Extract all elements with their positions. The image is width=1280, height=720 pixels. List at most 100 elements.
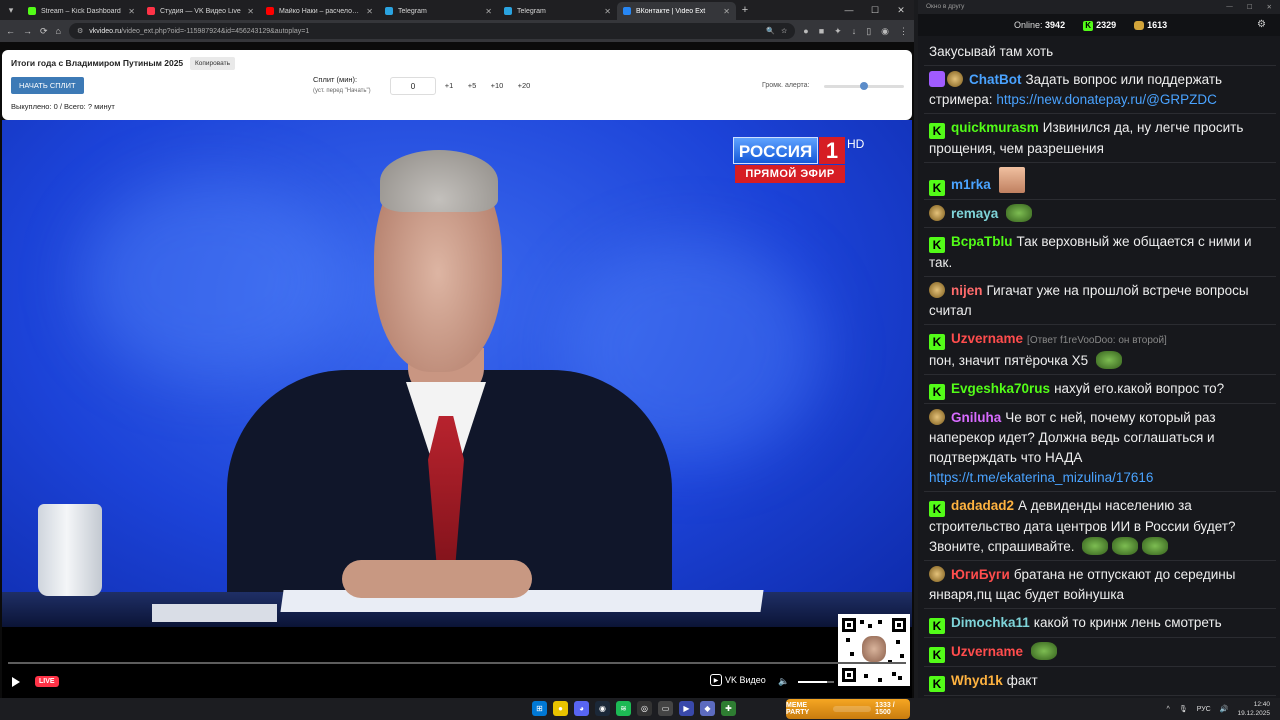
- bookmark-star-icon[interactable]: ☆: [781, 27, 787, 35]
- menu-icon[interactable]: ⋮: [899, 26, 908, 37]
- volume-slider[interactable]: [798, 681, 834, 683]
- chat-message: K Uzvername [Ответ f1reVooDoo: он второй] п…: [924, 325, 1276, 375]
- chat-window-title: Окно в другу: [926, 3, 965, 10]
- download-icon[interactable]: ↓: [852, 26, 857, 37]
- settings-icon[interactable]: ⚙: [1257, 19, 1266, 30]
- tray-chevron-icon[interactable]: ^: [1167, 706, 1170, 713]
- profile-icon[interactable]: ◉: [881, 26, 889, 37]
- chat-username[interactable]: m1rka: [951, 177, 991, 192]
- chat-username[interactable]: Uzvername: [951, 644, 1023, 659]
- zoom-icon[interactable]: 🔍: [766, 27, 775, 35]
- other-viewers: 1613: [1134, 20, 1167, 31]
- tab-close-icon[interactable]: ✕: [128, 7, 135, 16]
- microphone-icon[interactable]: 🎙: [1179, 705, 1188, 713]
- tab-close-icon[interactable]: ✕: [604, 7, 611, 16]
- play-icon[interactable]: [12, 677, 20, 687]
- chat-username[interactable]: Evgeshka70rus: [951, 381, 1050, 396]
- alert-volume-slider[interactable]: [824, 82, 904, 90]
- tab-1[interactable]: Студия — VK Видео Live ✕: [141, 2, 260, 20]
- back-icon[interactable]: ←: [6, 26, 15, 36]
- site-info-icon[interactable]: ⚙: [77, 27, 83, 35]
- tab-bar: ▾ Stream – Kick Dashboard ✕ Студия — VK Ви…: [0, 0, 914, 20]
- tab-search-icon[interactable]: ▾: [0, 0, 22, 20]
- tab-close-icon[interactable]: ✕: [485, 7, 492, 16]
- maximize-icon[interactable]: ☐: [862, 5, 888, 16]
- progress-bar[interactable]: [8, 662, 906, 664]
- vk-video-logo[interactable]: ▶ VK Видео: [710, 674, 766, 686]
- kick-badge-icon: K: [929, 237, 945, 253]
- tab-4[interactable]: Telegram ✕: [498, 2, 617, 20]
- chat-message: K Dimochka11 какой то кринж лень смотреть: [924, 609, 1276, 638]
- copy-button[interactable]: Копировать: [190, 57, 235, 70]
- puzzle-icon[interactable]: ✦: [834, 26, 842, 37]
- split-plus-1-button[interactable]: +1: [439, 77, 459, 95]
- sidebar-icon[interactable]: ▯: [866, 26, 871, 37]
- extension-icon[interactable]: ●: [803, 26, 808, 37]
- chat-username[interactable]: remaya: [951, 206, 998, 221]
- split-plus-20-button[interactable]: +20: [513, 77, 535, 95]
- emote-icon: [1031, 642, 1058, 660]
- split-plus-10-button[interactable]: +10: [486, 77, 508, 95]
- language-indicator[interactable]: РУС: [1197, 706, 1211, 713]
- chat-username[interactable]: dadadad2: [951, 498, 1014, 513]
- chat-username[interactable]: ЮгиБуги: [951, 567, 1010, 582]
- chat-link[interactable]: https://new.donatepay.ru/@GRPZDC: [996, 92, 1217, 107]
- tab-title: Stream – Kick Dashboard: [41, 7, 121, 15]
- app-icon[interactable]: ▭: [658, 701, 673, 716]
- new-tab-button[interactable]: +: [736, 4, 754, 16]
- close-icon[interactable]: ✕: [888, 5, 914, 16]
- reload-icon[interactable]: ⟳: [40, 26, 48, 37]
- chat-message: K Whyd1k факт: [924, 667, 1276, 696]
- forward-icon[interactable]: →: [23, 26, 32, 36]
- steam-icon[interactable]: ◉: [595, 701, 610, 716]
- home-icon[interactable]: ⌂: [56, 26, 61, 36]
- volume-tray-icon[interactable]: 🔊: [1220, 705, 1229, 713]
- spotify-icon[interactable]: ≋: [616, 701, 631, 716]
- app-icon[interactable]: ◆: [700, 701, 715, 716]
- discord-icon[interactable]: ◕: [574, 701, 589, 716]
- split-plus-5-button[interactable]: +5: [462, 77, 482, 95]
- chat-username[interactable]: Gniluha: [951, 410, 1001, 425]
- extension-icon[interactable]: ■: [819, 26, 824, 37]
- chat-username[interactable]: quickmurasm: [951, 120, 1039, 135]
- bot-badge-icon: [929, 71, 945, 87]
- obs-icon[interactable]: ◎: [637, 701, 652, 716]
- start-icon[interactable]: ⊞: [532, 701, 547, 716]
- minimize-icon[interactable]: —: [1226, 3, 1233, 11]
- url-host: vkvideo.ru: [89, 27, 122, 35]
- split-label: Сплит (мин):: [313, 75, 358, 84]
- volume-icon[interactable]: 🔈: [778, 676, 789, 687]
- system-tray: ^ 🎙 РУС 🔊 12:40 19.12.2025: [1167, 700, 1270, 718]
- url-field[interactable]: ⚙ vkvideo.ru/video_ext.php?oid=-11598792…: [68, 23, 796, 39]
- chat-link[interactable]: https://t.me/ekaterina_mizulina/17616: [929, 470, 1153, 485]
- chat-username[interactable]: ChatBot: [969, 72, 1022, 87]
- chat-message: nijen Гигачат уже на прошлой встрече вопр…: [924, 277, 1276, 325]
- speaker-hands: [342, 560, 532, 598]
- mask-badge-icon: [929, 409, 945, 425]
- maximize-icon[interactable]: ☐: [1247, 3, 1253, 11]
- tab-2[interactable]: Майко Наки – расчеловечили... ✕: [260, 2, 379, 20]
- chat-username[interactable]: BcpaTblu: [951, 234, 1013, 249]
- clock[interactable]: 12:40 19.12.2025: [1237, 700, 1270, 718]
- tab-close-icon[interactable]: ✕: [366, 7, 373, 16]
- tab-0[interactable]: Stream – Kick Dashboard ✕: [22, 2, 141, 20]
- chat-username[interactable]: Dimochka11: [951, 615, 1030, 630]
- vk-brand-label: VK Видео: [725, 675, 766, 685]
- slider-knob[interactable]: [860, 82, 868, 90]
- chat-username[interactable]: Uzvername: [951, 331, 1023, 346]
- tab-5[interactable]: ВКонтакте | Video Ext ✕: [617, 2, 736, 20]
- start-split-button[interactable]: НАЧАТЬ СПЛИТ: [11, 77, 84, 94]
- chat-username[interactable]: nijen: [951, 283, 983, 298]
- close-icon[interactable]: ✕: [1267, 3, 1272, 11]
- tab-close-icon[interactable]: ✕: [247, 7, 254, 16]
- app-icon[interactable]: ✚: [721, 701, 736, 716]
- chrome-icon[interactable]: ●: [553, 701, 568, 716]
- media-icon[interactable]: ▶: [679, 701, 694, 716]
- tab-3[interactable]: Telegram ✕: [379, 2, 498, 20]
- video-player[interactable]: РОССИЯ 1 HD ПРЯМОЙ ЭФИР LIVE ▶ VK Видео 🔈: [2, 120, 912, 698]
- split-minutes-input[interactable]: 0: [390, 77, 436, 95]
- chat-message: Kdadadad2 А девиденды населению за строит…: [924, 492, 1276, 561]
- tab-close-icon[interactable]: ✕: [723, 7, 730, 16]
- chat-username[interactable]: Whyd1k: [951, 673, 1003, 688]
- minimize-icon[interactable]: —: [836, 5, 862, 16]
